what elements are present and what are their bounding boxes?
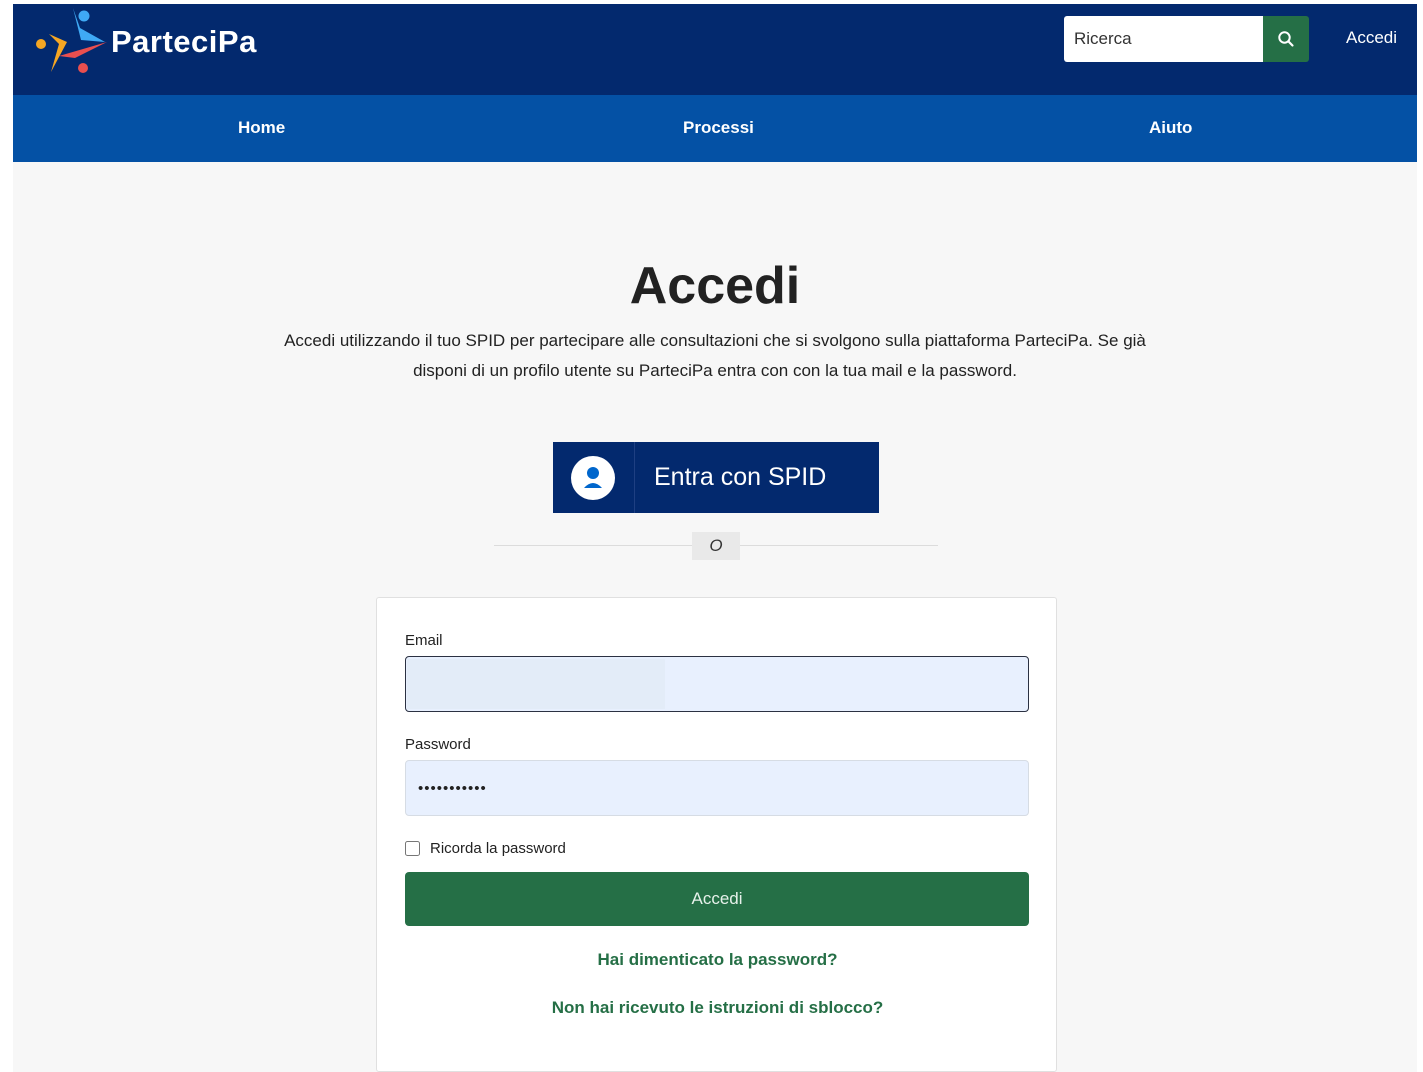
unlock-instructions-link[interactable]: Non hai ricevuto le istruzioni di sblocc… (377, 998, 1058, 1018)
intro-line-2: disponi di un profilo utente su ParteciP… (413, 361, 1017, 380)
forgot-password-link[interactable]: Hai dimenticato la password? (377, 950, 1058, 970)
main-nav: Home Processi Aiuto (13, 95, 1417, 162)
intro-line-1: Accedi utilizzando il tuo SPID per parte… (284, 331, 1146, 350)
spid-login-button[interactable]: Entra con SPID (553, 442, 879, 513)
page: ParteciPa Accedi Home Processi Aiuto Acc… (13, 4, 1417, 1072)
login-submit-button[interactable]: Accedi (405, 872, 1029, 926)
intro-text: Accedi utilizzando il tuo SPID per parte… (265, 326, 1165, 386)
search-input[interactable] (1064, 16, 1263, 62)
logo-link[interactable]: ParteciPa (33, 6, 293, 78)
site-header: ParteciPa Accedi (13, 4, 1417, 95)
header-login-link[interactable]: Accedi (1346, 28, 1397, 48)
search-bar (1064, 16, 1309, 62)
nav-item-processi[interactable]: Processi (683, 118, 754, 138)
nav-item-aiuto[interactable]: Aiuto (1149, 118, 1192, 138)
spid-icon-wrapper (553, 442, 635, 513)
login-form-card: Email Password Ricorda la password Acced… (376, 597, 1057, 1072)
logo-text: ParteciPa (111, 24, 257, 59)
search-button[interactable] (1263, 16, 1309, 62)
remember-password-checkbox[interactable] (405, 840, 420, 856)
spid-button-label: Entra con SPID (654, 463, 827, 491)
remember-password-label: Ricorda la password (430, 839, 566, 857)
participation-logo-icon (36, 8, 107, 73)
user-icon (571, 456, 615, 500)
nav-item-home[interactable]: Home (238, 118, 285, 138)
email-label: Email (405, 632, 443, 649)
page-title: Accedi (629, 257, 801, 315)
search-icon (1278, 31, 1294, 47)
remember-password[interactable]: Ricorda la password (405, 838, 566, 858)
email-field[interactable] (405, 656, 1029, 712)
password-field[interactable] (405, 760, 1029, 816)
password-label: Password (405, 736, 471, 753)
or-separator: O (692, 532, 740, 560)
